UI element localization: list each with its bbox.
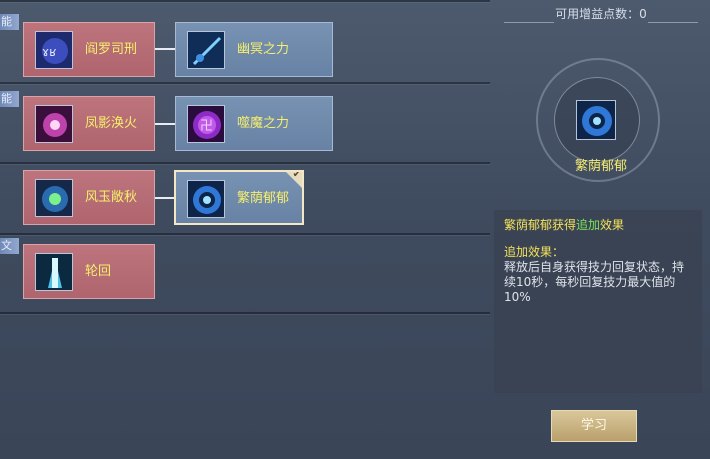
row-tier-label: 能 [0,14,19,30]
skill-node-youming-zhili[interactable]: 幽冥之力 [175,22,333,77]
row-divider [0,162,490,164]
title-highlight: 追加 [576,218,601,232]
node-connector [155,48,175,50]
skill-node-label: 阎罗司刑 [85,42,138,57]
skill-node-label: 幽冥之力 [237,42,290,57]
skill-node-fanyin-yuyu[interactable]: 繁荫郁郁 ✔ [174,170,304,225]
row-tier-label: 能 [0,91,19,107]
skill-node-label: 繁荫郁郁 [237,191,290,206]
svg-text:ɤʁ: ɤʁ [42,45,56,59]
node-connector [155,123,175,125]
purple-glyph-icon: 卍 [187,105,225,143]
selected-skill-name: 繁荫郁郁 [574,159,627,174]
purple-runes-icon: ɤʁ [35,31,73,69]
description-body: 释放后自身获得技力回复状态，持续10秒，每秒回复技力最大值的10% [504,260,685,304]
description-subtitle: 追加效果： [504,245,565,259]
skill-node-yanluo-sixing[interactable]: ɤʁ 阎罗司刑 [23,22,155,77]
skill-node-lunhui[interactable]: 轮回 [23,244,155,299]
selected-skill-vortex-icon [576,100,616,140]
blue-vortex-icon [187,180,225,218]
cyan-beam-icon [35,253,73,291]
skill-node-label: 凤影涣火 [85,116,138,131]
skill-description-box: 繁荫郁郁获得追加效果 追加效果： 释放后自身获得技力回复状态，持续10秒，每秒回… [494,210,702,393]
pink-burst-icon [35,105,73,143]
skill-node-label: 轮回 [85,264,112,279]
svg-text:卍: 卍 [200,119,213,134]
title-suffix: 效果 [600,218,625,232]
skill-detail-panel: 可用增益点数：0 繁荫郁郁 繁荫郁郁获得追加效果 追加效果： 释放后自身获得技力… [492,0,710,459]
row-tier-label: 文 [0,238,19,254]
available-points-label: 可用增益点数：0 [555,7,647,21]
skill-node-fengyu-changqiu[interactable]: 风玉敞秋 [23,170,155,225]
skill-node-shimo-zhili[interactable]: 卍 噬魔之力 [175,96,333,151]
description-title: 繁荫郁郁获得追加效果 [504,218,692,233]
row-divider [0,82,490,84]
green-orb-icon [35,179,73,217]
skill-node-label: 噬魔之力 [237,116,290,131]
blue-spear-icon [187,31,225,69]
row-divider [0,0,490,2]
row-divider [0,312,490,314]
skill-node-fengying-huanhuo[interactable]: 凤影涣火 [23,96,155,151]
title-prefix: 繁荫郁郁获得 [504,218,577,232]
skill-node-label: 风玉敞秋 [85,190,138,205]
node-connector [155,197,175,199]
row-divider [0,233,490,235]
talent-tree-panel: 能 能 文 ɤʁ 阎罗司刑 幽冥之力 凤影涣火 卍 噬魔之力 风玉敞秋 繁荫郁郁… [0,0,492,459]
learn-button[interactable]: 学习 [551,410,637,442]
